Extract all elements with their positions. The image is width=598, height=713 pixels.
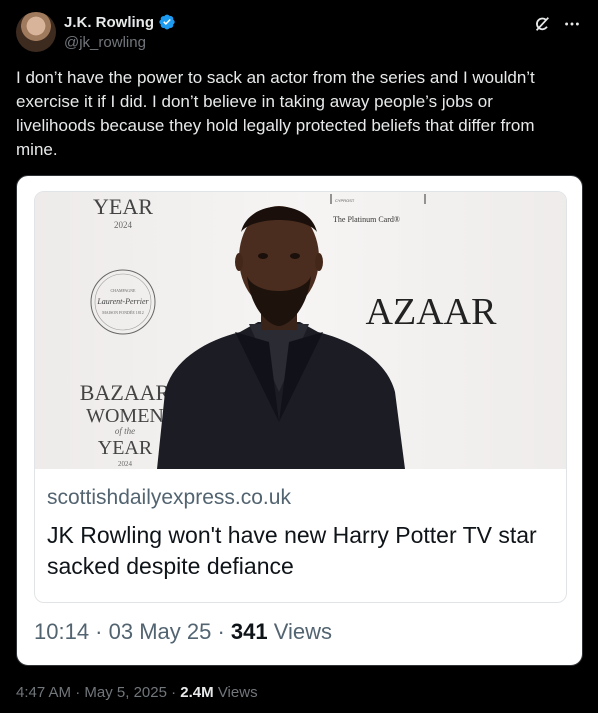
verified-badge-icon [159, 14, 175, 30]
screenshot-views-count: 341 [230, 619, 268, 644]
author-name-row[interactable]: J.K. Rowling [64, 13, 176, 31]
photo-year-top: YEAR [93, 194, 153, 219]
grok-icon[interactable] [532, 14, 552, 34]
photo-bazaar-right: AZAAR [366, 291, 498, 333]
tweet-media-image[interactable]: YEAR 2024 CHAMPAGNE Laurent-Perrier MAIS… [16, 175, 583, 666]
author-avatar[interactable] [16, 12, 56, 52]
screenshot-meta: 10:14 · 03 May 25 · 341 Views [34, 619, 333, 644]
tweet-footer: 4:47 AM · May 5, 2025 · 2.4M Views [16, 684, 258, 701]
photo-champagne-small: CHAMPAGNE [111, 288, 137, 293]
photo-year-top-num: 2024 [114, 220, 133, 230]
screenshot-date: 03 May 25 [108, 619, 212, 644]
photo-year-num: 2024 [118, 460, 133, 468]
author-name[interactable]: J.K. Rowling [64, 14, 154, 31]
link-domain: scottishdailyexpress.co.uk [47, 486, 291, 509]
screenshot-views-label: Views [273, 619, 333, 644]
link-preview-photo: YEAR 2024 CHAMPAGNE Laurent-Perrier MAIS… [35, 192, 566, 469]
photo-champagne-brand: Laurent-Perrier [96, 297, 149, 306]
photo-of-the: of the [115, 426, 135, 436]
tweet-text: I don’t have the power to sack an actor … [16, 68, 535, 159]
photo-bazaar: BAZAAR [80, 380, 171, 405]
views-label: Views [217, 684, 258, 701]
more-options-icon[interactable] [562, 14, 582, 34]
views-count[interactable]: 2.4M [180, 684, 213, 701]
photo-women: WOMEN [86, 405, 164, 427]
link-preview-card: YEAR 2024 CHAMPAGNE Laurent-Perrier MAIS… [34, 191, 567, 603]
photo-champagne-sub: MAISON FONDÉE 1812 [102, 310, 144, 315]
post-time[interactable]: 4:47 AM [16, 684, 71, 701]
post-date[interactable]: May 5, 2025 [84, 684, 167, 701]
tweet-actions [532, 14, 582, 34]
photo-card-small: CYPROST [335, 198, 355, 203]
event-photo-illustration: YEAR 2024 CHAMPAGNE Laurent-Perrier MAIS… [35, 192, 566, 469]
photo-year: YEAR [98, 437, 153, 459]
author-handle[interactable]: @jk_rowling [64, 34, 146, 51]
link-headline: JK Rowling won't have new Harry Potter T… [47, 522, 537, 579]
screenshot-time: 10:14 [34, 619, 90, 644]
photo-card-text: The Platinum Card® [333, 215, 400, 224]
